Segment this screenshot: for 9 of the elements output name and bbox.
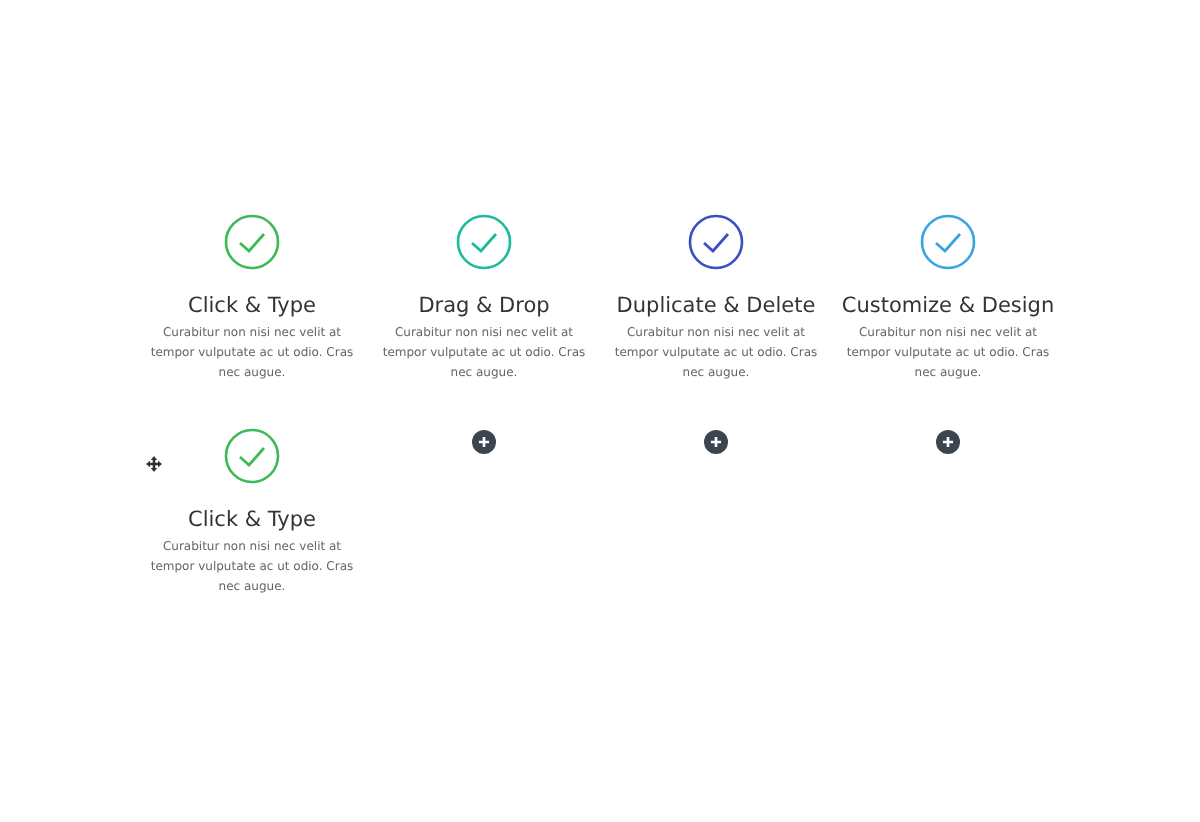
add-icon[interactable]: [704, 430, 728, 454]
feature-title: Duplicate & Delete: [616, 294, 816, 318]
feature-title: Drag & Drop: [418, 294, 550, 318]
feature-title: Click & Type: [188, 508, 316, 532]
add-icon[interactable]: [936, 430, 960, 454]
add-icon[interactable]: [472, 430, 496, 454]
move-icon[interactable]: [146, 456, 162, 472]
feature-title: Click & Type: [188, 294, 316, 318]
feature-title: Customize & Design: [841, 294, 1055, 318]
